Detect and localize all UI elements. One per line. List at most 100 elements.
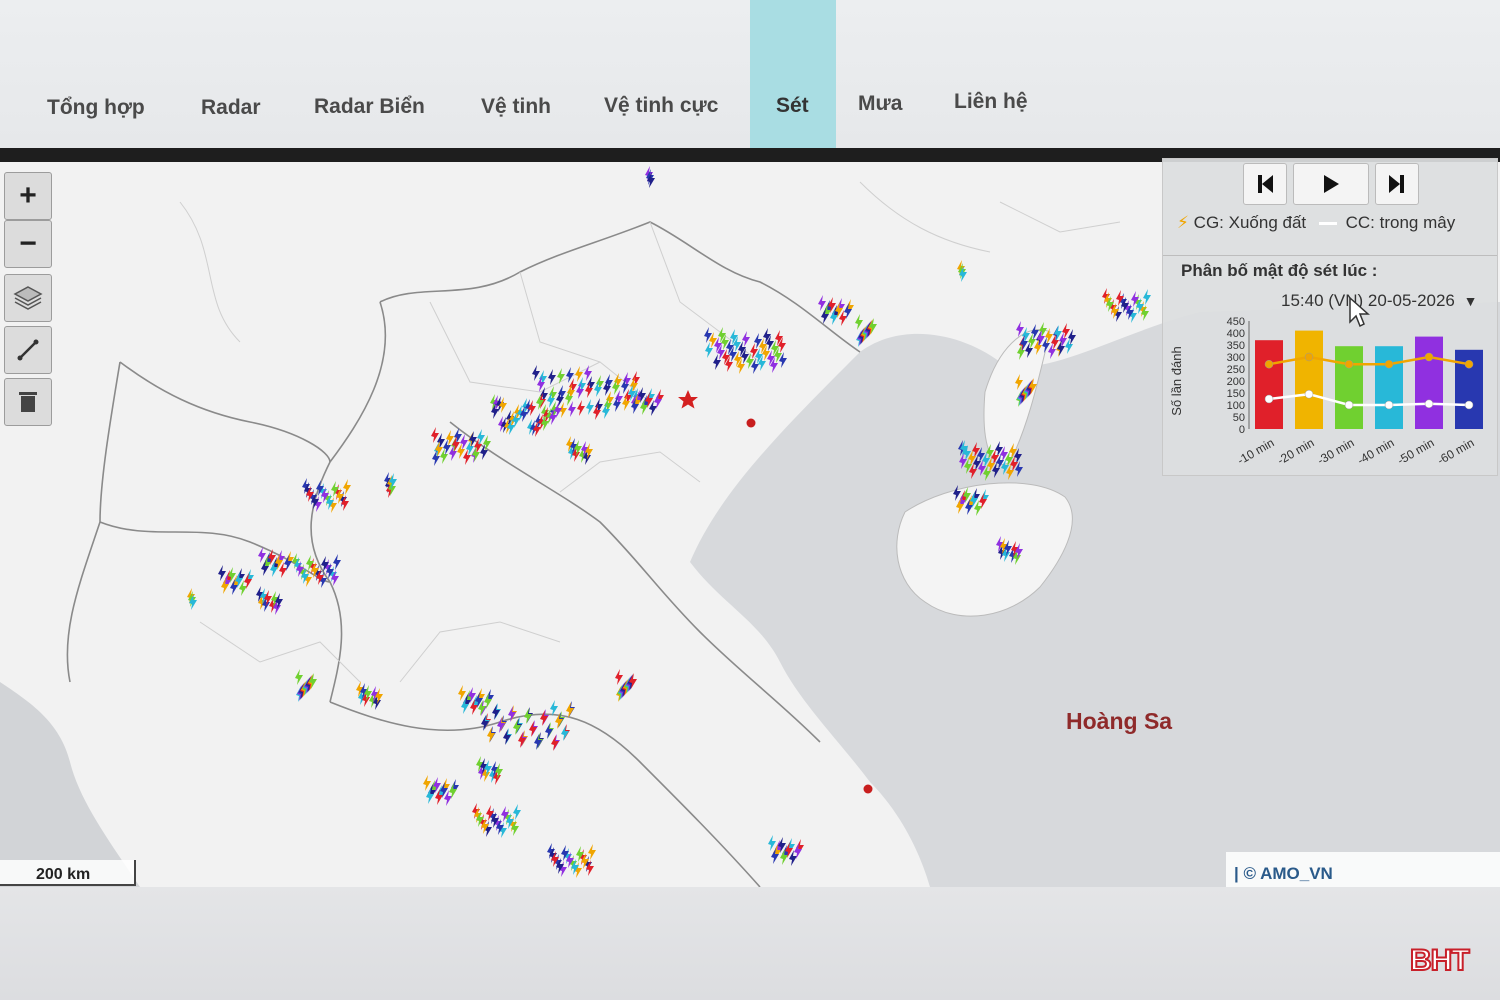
chart-bars <box>1255 330 1483 429</box>
lightning-strike-icon <box>818 295 826 311</box>
brand-watermark: BHT <box>1409 943 1471 978</box>
measure-line-button[interactable] <box>4 326 52 374</box>
lightning-strike-icon <box>550 700 558 716</box>
chart-bar <box>1295 330 1323 429</box>
lightning-strike-icon <box>218 565 226 581</box>
lightning-strike-icon <box>551 735 559 751</box>
trash-icon <box>19 392 37 412</box>
chart-series-point <box>1344 400 1354 410</box>
chart-x-tick: -10 min <box>1235 435 1277 467</box>
strike-legend: ⚡ CG: Xuống đất CC: trong mây <box>1177 213 1455 233</box>
place-label-hoang-sa: Hoàng Sa <box>1066 708 1173 734</box>
chart-bar <box>1255 340 1283 429</box>
lightning-strike-icon <box>503 729 511 745</box>
lightning-strike-icon <box>855 314 863 330</box>
lightning-strike-icon <box>518 732 526 748</box>
map-attribution[interactable]: | © AMO_VN <box>1226 852 1500 887</box>
chart-y-tick: 350 <box>1227 340 1245 352</box>
lightning-strike-icon <box>615 669 623 685</box>
chart-y-tick: 50 <box>1233 412 1245 424</box>
delete-button[interactable] <box>4 378 52 426</box>
chart-x-tick: -30 min <box>1315 435 1357 467</box>
tab-mua[interactable]: Mưa <box>858 92 902 116</box>
step-forward-button[interactable] <box>1375 163 1419 205</box>
chart-bar <box>1415 336 1443 429</box>
lightning-strike-icon <box>343 479 351 495</box>
tab-ve-tinh-cuc[interactable]: Vệ tinh cực <box>604 94 718 118</box>
capital-star-icon <box>678 390 698 409</box>
tab-radar-bien[interactable]: Radar Biển <box>314 95 425 119</box>
skip-forward-icon <box>1389 175 1404 193</box>
ruler-line-icon <box>17 339 39 361</box>
distribution-title: Phân bố mật độ sét lúc : <box>1181 261 1378 280</box>
chart-y-tick: 100 <box>1227 400 1245 412</box>
lightning-strike-icon <box>545 723 553 739</box>
skip-back-icon <box>1258 175 1273 193</box>
lightning-strike-icon <box>568 401 576 417</box>
lightning-strike-icon <box>540 710 548 726</box>
lightning-strike-icon <box>458 685 466 701</box>
density-chart: Số lần đánh 050100150200250300350400450 … <box>1169 316 1483 468</box>
chart-series-point <box>1344 359 1354 369</box>
chart-bar <box>1335 346 1363 429</box>
legend-cg-label: CG: Xuống đất <box>1193 213 1307 232</box>
lightning-strike-icon <box>566 702 574 718</box>
chart-x-tick: -20 min <box>1275 435 1317 467</box>
chart-y-tick: 300 <box>1227 352 1245 364</box>
chart-series-point <box>1304 389 1314 399</box>
cg-bolt-icon: ⚡ <box>1177 213 1189 232</box>
chart-x-tick: -50 min <box>1395 435 1437 467</box>
sea-area-west <box>0 682 140 887</box>
zoom-in-button[interactable]: + <box>4 172 52 220</box>
lightning-strike-icon <box>497 717 505 733</box>
tab-lien-he[interactable]: Liên hệ <box>954 90 1028 114</box>
play-button[interactable] <box>1293 163 1369 205</box>
legend-cc-label: CC: trong mây <box>1345 213 1456 232</box>
lightning-strike-icon <box>532 365 540 381</box>
time-select[interactable]: 15:40 (VN) 20-05-2026 ▼ <box>1281 291 1477 311</box>
step-back-button[interactable] <box>1243 163 1287 205</box>
lightning-strike-icon <box>768 835 776 851</box>
chart-series-point <box>1264 394 1274 404</box>
main-nav: Tổng hợp Radar Radar Biển Vệ tinh Vệ tin… <box>0 0 1500 148</box>
chart-series-point <box>1424 399 1434 409</box>
play-icon <box>1324 175 1339 193</box>
layers-button[interactable] <box>4 274 52 322</box>
active-tab-highlight <box>750 0 836 148</box>
tab-ve-tinh[interactable]: Vệ tinh <box>481 95 551 119</box>
lightning-panel: ⚡ CG: Xuống đất CC: trong mây Phân bố mậ… <box>1162 158 1498 476</box>
chart-bar <box>1375 346 1403 429</box>
lightning-strike-icon <box>492 704 500 720</box>
lightning-strike-icon <box>588 844 596 860</box>
chart-series-point <box>1384 400 1394 410</box>
chart-series-point <box>1424 352 1434 362</box>
lightning-strike-icon <box>534 734 542 750</box>
lightning-strike-icon <box>1143 289 1151 305</box>
lightning-strike-icon <box>577 400 585 416</box>
mouse-cursor-icon <box>1349 296 1370 328</box>
station-marker-icon <box>863 784 873 794</box>
panel-divider <box>1163 255 1497 256</box>
chart-x-tick: -60 min <box>1435 435 1477 467</box>
lightning-strike-icon <box>513 804 521 820</box>
chart-x-tick: -40 min <box>1355 435 1397 467</box>
chart-series-point <box>1464 400 1474 410</box>
zoom-out-button[interactable]: − <box>4 220 52 268</box>
tab-radar[interactable]: Radar <box>201 96 261 120</box>
lightning-strike-icon <box>513 719 521 735</box>
lightning-strike-icon <box>481 715 489 731</box>
chart-series-point <box>1264 359 1274 369</box>
lightning-strike-icon <box>524 708 532 724</box>
lightning-strike-icon <box>487 727 495 743</box>
lightning-strike-icon <box>529 721 537 737</box>
tab-tong-hop[interactable]: Tổng hợp <box>47 96 145 120</box>
chart-series-point <box>1304 352 1314 362</box>
screen-footer <box>0 887 1500 1000</box>
cc-line-icon <box>1318 222 1337 226</box>
lightning-strike-icon <box>548 369 556 385</box>
chart-y-tick: 0 <box>1239 424 1245 436</box>
chart-ylabel: Số lần đánh <box>1169 346 1184 415</box>
lightning-strike-icon <box>423 775 431 791</box>
chart-series-point <box>1464 359 1474 369</box>
tab-set[interactable]: Sét <box>776 94 809 118</box>
